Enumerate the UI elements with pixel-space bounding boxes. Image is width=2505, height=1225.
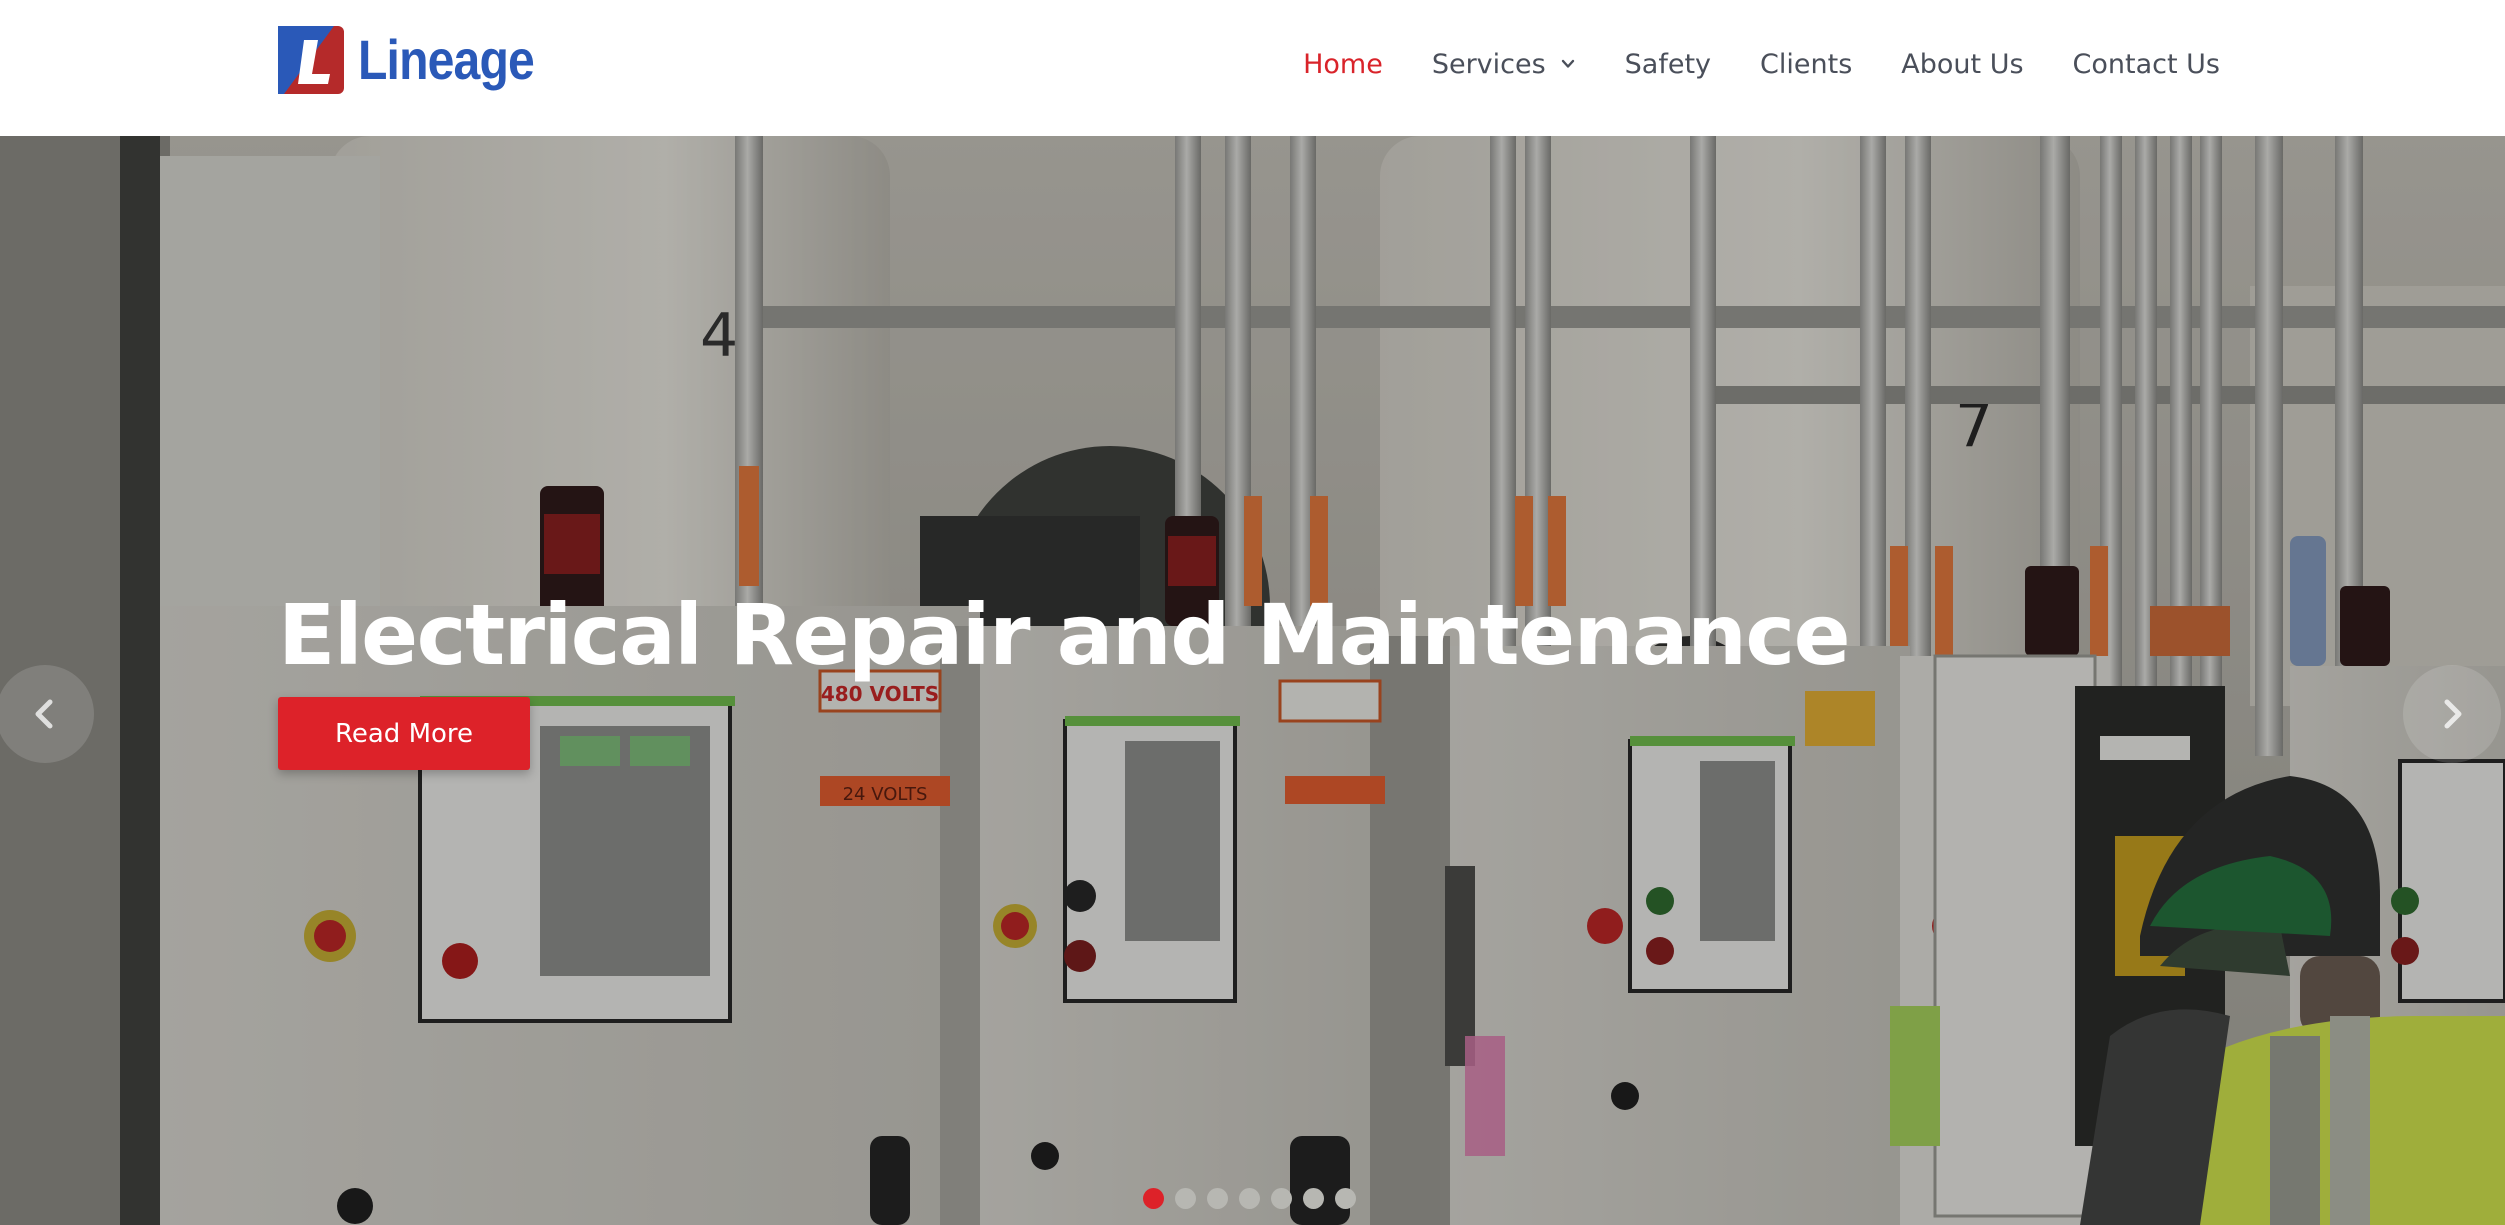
nav-about-us[interactable]: About Us	[1901, 49, 2023, 80]
slider-pagination	[1143, 1188, 1356, 1209]
read-more-button[interactable]: Read More	[278, 697, 530, 770]
nav-home-label: Home	[1303, 48, 1383, 80]
slider-dot-4[interactable]	[1239, 1188, 1260, 1209]
slider-dot-1[interactable]	[1143, 1188, 1164, 1209]
main-nav: Home Services Safety Clients About Us Co…	[1254, 0, 2220, 128]
slider-dot-7[interactable]	[1335, 1188, 1356, 1209]
nav-clients[interactable]: Clients	[1760, 49, 1852, 80]
slider-dot-6[interactable]	[1303, 1188, 1324, 1209]
nav-contact-us-label: Contact Us	[2072, 48, 2220, 80]
lineage-logo-icon	[278, 26, 344, 94]
brand-name: Lineage	[358, 28, 535, 91]
slider-prev-button[interactable]	[0, 665, 94, 763]
hero-slider: 4 7 480 VOLTS 24 VOLTS Electrical Repair…	[0, 136, 2505, 1225]
nav-about-us-label: About Us	[1901, 48, 2024, 80]
nav-safety-label: Safety	[1624, 48, 1712, 80]
chevron-down-icon	[1561, 59, 1574, 68]
slider-dot-3[interactable]	[1207, 1188, 1228, 1209]
site-header: Lineage Home Services Safety Clients Abo…	[0, 0, 2505, 136]
hero-title: Electrical Repair and Maintenance	[278, 586, 1851, 684]
nav-home[interactable]: Home	[1303, 49, 1383, 80]
chevron-right-icon	[2444, 699, 2462, 729]
slider-dot-2[interactable]	[1175, 1188, 1196, 1209]
nav-contact-us[interactable]: Contact Us	[2073, 49, 2220, 80]
slider-next-button[interactable]	[2403, 665, 2501, 763]
nav-services[interactable]: Services	[1432, 49, 1576, 80]
nav-services-label: Services	[1431, 48, 1546, 80]
chevron-left-icon	[35, 699, 53, 729]
slider-dot-5[interactable]	[1271, 1188, 1292, 1209]
nav-safety[interactable]: Safety	[1625, 49, 1711, 80]
site-logo[interactable]: Lineage	[278, 26, 563, 94]
nav-clients-label: Clients	[1760, 48, 1853, 80]
